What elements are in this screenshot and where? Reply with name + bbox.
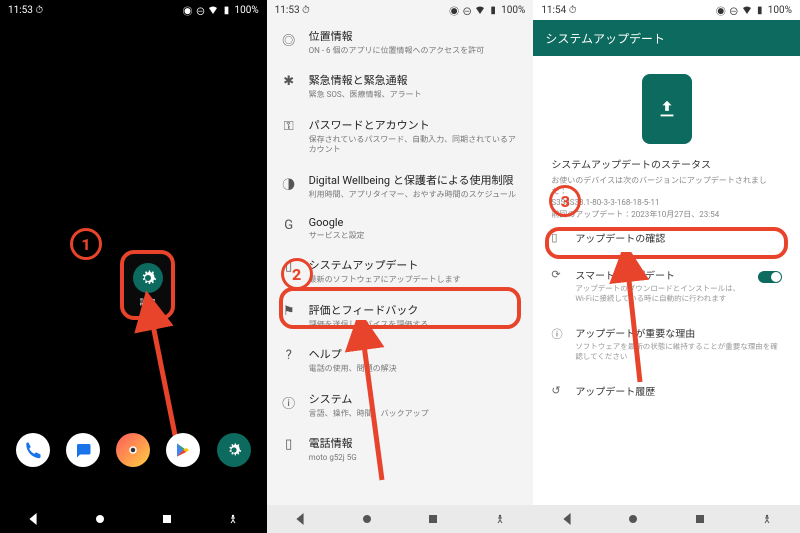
emergency-icon: ✱ — [279, 72, 299, 89]
eye-icon: ◉ — [449, 5, 459, 15]
row-title: アップデートの確認 — [575, 230, 782, 245]
dock — [0, 433, 267, 467]
nav-recents-button[interactable] — [692, 511, 708, 527]
settings-row-feedback[interactable]: ⚑ 評価とフィードバック評価を送信しデバイスを評価する — [271, 294, 530, 338]
row-title: Google — [309, 216, 522, 229]
screen-home: 11:53 ⏱ ◉ ⊖ ▮ 100% 設定 1 — [0, 0, 267, 533]
nav-home-button[interactable] — [92, 511, 108, 527]
battery-pct: 100% — [768, 5, 792, 16]
refresh-icon: ⟳ — [551, 267, 565, 281]
screen-settings-list: 11:53 ⏱ ◉ ⊖ ▮ 100% ◎ 位置情報 ON - 6 個のアプリに位置… — [267, 0, 534, 533]
settings-row-location[interactable]: ◎ 位置情報 ON - 6 個のアプリに位置情報へのアクセスを許可 — [271, 20, 530, 64]
settings-row-passwords[interactable]: ⚿ パスワードとアカウント保存されているパスワード、自動入力、同期されているアカ… — [271, 109, 530, 164]
key-icon: ⚿ — [279, 117, 299, 134]
nav-back-button[interactable] — [559, 511, 575, 527]
phone-icon: ▯ — [551, 230, 565, 244]
update-row-check[interactable]: ▯ アップデートの確認 — [533, 220, 800, 257]
row-title: スマートアップデート — [575, 267, 748, 282]
clock: 11:54 — [541, 5, 566, 16]
statusbar: 11:53 ⏱ ◉ ⊖ ▮ 100% — [267, 0, 534, 20]
row-title: 緊急情報と緊急通報 — [309, 72, 522, 88]
smart-update-toggle[interactable] — [758, 271, 782, 283]
info-icon: ⓘ — [551, 325, 565, 342]
nav-back-button[interactable] — [292, 511, 308, 527]
update-status-sub2: S3SJS33.1-80-3-3-168-18-5-11 — [551, 197, 782, 208]
settings-row-system[interactable]: ⓘ システム言語、操作、時間、バックアップ — [271, 383, 530, 427]
row-title: Digital Wellbeing と保護者による使用制限 — [309, 172, 522, 188]
nav-recents-button[interactable] — [159, 511, 175, 527]
row-title: 評価とフィードバック — [309, 302, 522, 318]
dock-settings-icon[interactable] — [217, 433, 251, 467]
location-icon: ◎ — [279, 28, 299, 49]
settings-row-wellbeing[interactable]: ◑ Digital Wellbeing と保護者による使用制限利用時間、アプリタ… — [271, 164, 530, 208]
annotation-badge-2: 2 — [281, 258, 313, 290]
row-title: システムアップデート — [309, 257, 522, 273]
nav-back-button[interactable] — [25, 511, 41, 527]
settings-row-emergency[interactable]: ✱ 緊急情報と緊急通報緊急 SOS、医療情報、アラート — [271, 64, 530, 108]
google-icon: G — [279, 216, 299, 233]
eye-icon: ◉ — [716, 5, 726, 15]
settings-row-phone-info[interactable]: ▯ 電話情報moto g52j 5G — [271, 427, 530, 471]
nav-home-button[interactable] — [359, 511, 375, 527]
dock-phone-icon[interactable] — [16, 433, 50, 467]
settings-row-google[interactable]: G Google サービスと設定 — [271, 208, 530, 249]
nav-recents-button[interactable] — [425, 511, 441, 527]
dock-camera-icon[interactable] — [116, 433, 150, 467]
phone-illustration — [642, 74, 692, 144]
update-status-title: システムアップデートのステータス — [551, 156, 782, 171]
feedback-icon: ⚑ — [279, 302, 299, 319]
titlebar: システムアップデート — [533, 20, 800, 56]
dock-play-store-icon[interactable] — [166, 433, 200, 467]
dnd-icon: ⊖ — [462, 5, 472, 15]
row-sub: サービスと設定 — [309, 231, 522, 241]
navbar — [533, 505, 800, 533]
navbar — [0, 505, 267, 533]
update-row-why[interactable]: ⓘ アップデートが重要な理由ソフトウェアを最新の状態に維持することが重要な理由を… — [533, 315, 800, 373]
row-title: 位置情報 — [309, 28, 522, 44]
alarm-icon: ⏱ — [302, 5, 310, 16]
titlebar-title: システムアップデート — [545, 30, 665, 47]
row-sub: アップデートのダウンロードとインストールは、Wi-Fiに接続している時に自動的に… — [575, 284, 748, 305]
battery-pct: 100% — [501, 5, 525, 16]
annotation-arrow-2 — [337, 320, 397, 490]
update-row-smart[interactable]: ⟳ スマートアップデートアップデートのダウンロードとインストールは、Wi-Fiに… — [533, 257, 800, 315]
row-sub: 緊急 SOS、医療情報、アラート — [309, 90, 522, 100]
navbar — [267, 505, 534, 533]
annotation-badge-1: 1 — [70, 228, 102, 260]
wifi-icon — [475, 5, 485, 15]
help-icon: ? — [279, 346, 299, 363]
history-icon: ↺ — [551, 383, 565, 397]
row-sub: 利用時間、アプリタイマー、おやすみ時間のスケジュール — [309, 190, 522, 200]
settings-row-help[interactable]: ? ヘルプ電話の使用、問題の解決 — [271, 338, 530, 382]
row-sub: 保存されているパスワード、自動入力、同期されているアカウント — [309, 135, 522, 156]
nav-accessibility-button[interactable] — [492, 511, 508, 527]
battery-icon: ▮ — [488, 5, 498, 15]
update-row-history[interactable]: ↺ アップデート履歴 — [533, 373, 800, 410]
dnd-icon: ⊖ — [729, 5, 739, 15]
dock-messages-icon[interactable] — [66, 433, 100, 467]
row-title: パスワードとアカウント — [309, 117, 522, 133]
update-status-sub1: お使いのデバイスは次のバージョンにアップデートされました： — [551, 175, 782, 197]
update-status-sub3: 前回のアップデート：2023年10月27日、23:54 — [551, 209, 782, 220]
screen-system-update: 11:54 ⏱ ◉ ⊖ ▮ 100% システムアップデート システムアップデート… — [533, 0, 800, 533]
alarm-icon: ⏱ — [569, 5, 577, 16]
annotation-arrow-3 — [605, 252, 655, 392]
row-sub: ON - 6 個のアプリに位置情報へのアクセスを許可 — [309, 46, 522, 56]
nav-accessibility-button[interactable] — [759, 511, 775, 527]
clock: 11:53 — [275, 5, 300, 16]
wifi-icon — [742, 5, 752, 15]
statusbar: 11:54 ⏱ ◉ ⊖ ▮ 100% — [533, 0, 800, 20]
wellbeing-icon: ◑ — [279, 172, 299, 193]
system-icon: ⓘ — [279, 391, 299, 412]
nav-accessibility-button[interactable] — [225, 511, 241, 527]
battery-icon: ▮ — [755, 5, 765, 15]
phone-info-icon: ▯ — [279, 435, 299, 452]
row-sub: 最新のソフトウェアにアップデートします — [309, 275, 522, 285]
nav-home-button[interactable] — [625, 511, 641, 527]
